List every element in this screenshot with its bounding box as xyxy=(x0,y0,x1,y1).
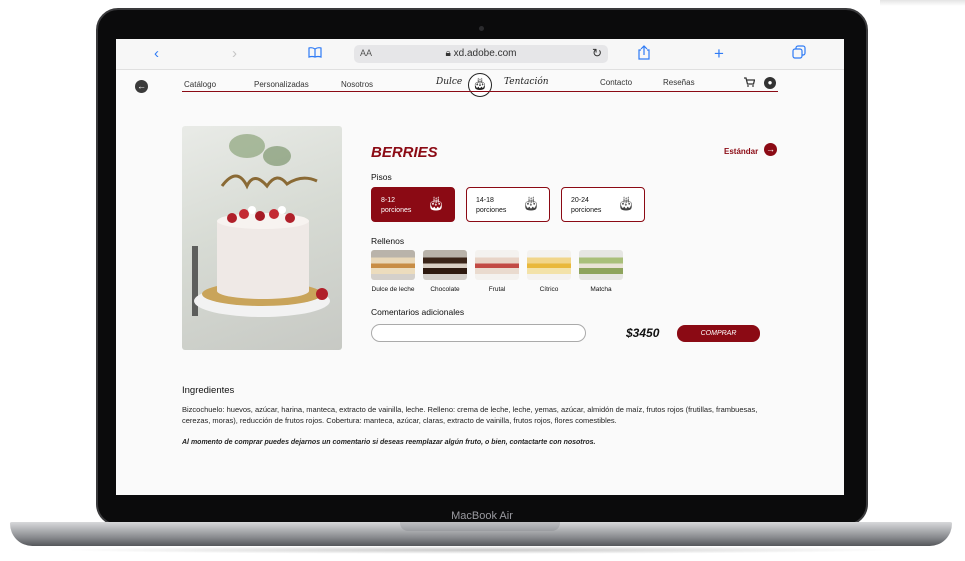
rellenos-label: Rellenos xyxy=(371,236,405,246)
plus-icon[interactable]: + xyxy=(714,45,724,63)
piso-text: 14-18 porciones xyxy=(476,196,506,216)
piso-unit: porciones xyxy=(571,207,602,214)
cake-icon: 🎂︎ xyxy=(522,195,540,211)
cake-icon: 🎂︎ xyxy=(427,195,445,211)
screen: ‹ › AA 🔒︎ xd.adobe.com ↻ + ← Catálogo Pe… xyxy=(116,39,844,495)
relleno-dulce-de-leche[interactable] xyxy=(371,250,415,280)
relleno-frutal[interactable] xyxy=(475,250,519,280)
laptop-shadow xyxy=(60,546,902,554)
piso-range: 14-18 xyxy=(476,197,494,204)
lock-icon: 🔒︎ xyxy=(445,48,451,59)
ingredients-title: Ingredientes xyxy=(182,385,235,396)
piso-text: 8-12 porciones xyxy=(381,196,411,216)
logo-left-text: Dulce xyxy=(436,77,463,87)
cake-logo-icon[interactable]: 🎂︎ xyxy=(468,73,492,97)
nav-nosotros[interactable]: Nosotros xyxy=(341,80,373,89)
nav-personalizadas[interactable]: Personalizadas xyxy=(254,80,309,89)
piso-option-14-18[interactable]: 14-18 porciones 🎂︎ xyxy=(466,187,550,222)
nav-contacto[interactable]: Contacto xyxy=(600,78,632,87)
relleno-label: Cítrico xyxy=(539,286,559,293)
cart-icon[interactable] xyxy=(744,77,756,90)
piso-unit: porciones xyxy=(476,207,507,214)
relleno-matcha[interactable] xyxy=(579,250,623,280)
tabs-icon[interactable] xyxy=(792,45,806,64)
laptop-notch xyxy=(400,522,560,531)
relleno-label: Frutal xyxy=(488,286,506,293)
ingredients-text: Bizcochuelo: huevos, azúcar, harina, man… xyxy=(182,405,758,425)
back-arrow-icon[interactable]: ← xyxy=(135,80,148,93)
pisos-label: Pisos xyxy=(371,172,392,182)
ingredients-note: Al momento de comprar puedes dejarnos un… xyxy=(182,439,596,446)
share-icon[interactable] xyxy=(638,45,650,65)
nav-resenas[interactable]: Reseñas xyxy=(663,78,695,87)
user-icon[interactable]: ● xyxy=(764,77,776,89)
address-bar[interactable]: AA 🔒︎ xd.adobe.com ↻ xyxy=(354,45,608,63)
browser-toolbar: ‹ › AA 🔒︎ xd.adobe.com ↻ + xyxy=(116,39,844,70)
piso-option-8-12[interactable]: 8-12 porciones 🎂︎ xyxy=(371,187,455,222)
reload-icon[interactable]: ↻ xyxy=(592,46,602,60)
chevron-right-icon[interactable]: › xyxy=(232,45,237,63)
piso-range: 8-12 xyxy=(381,197,396,204)
buy-button[interactable]: COMPRAR xyxy=(677,325,760,342)
piso-range: 20-24 xyxy=(571,197,589,204)
nav-catalogo[interactable]: Catálogo xyxy=(184,80,216,89)
comentarios-label: Comentarios adicionales xyxy=(371,307,465,317)
relleno-label: Matcha xyxy=(590,286,612,293)
piso-text: 20-24 porciones xyxy=(571,196,601,216)
arrow-right-icon[interactable]: → xyxy=(764,143,777,156)
product-title: BERRIES xyxy=(371,144,438,161)
relleno-chocolate[interactable] xyxy=(423,250,467,280)
relleno-label: Chocolate xyxy=(430,286,460,293)
cake-photo xyxy=(182,126,342,350)
piso-unit: porciones xyxy=(381,207,412,214)
price: $3450 xyxy=(626,326,660,340)
cake-icon: 🎂︎ xyxy=(617,195,635,211)
chevron-left-icon[interactable]: ‹ xyxy=(154,45,159,63)
url-value: xd.adobe.com xyxy=(453,48,517,59)
logo-right-text: Tentación xyxy=(504,77,549,87)
book-icon[interactable] xyxy=(308,45,322,63)
url-text: 🔒︎ xd.adobe.com xyxy=(354,48,608,59)
camera xyxy=(479,26,484,31)
nav-divider xyxy=(182,91,778,92)
page-shadow xyxy=(880,0,965,6)
relleno-citrico[interactable] xyxy=(527,250,571,280)
estandar-link[interactable]: Estándar xyxy=(724,147,758,156)
piso-option-20-24[interactable]: 20-24 porciones 🎂︎ xyxy=(561,187,645,222)
comment-input[interactable] xyxy=(371,324,586,342)
relleno-label: Dulce de leche xyxy=(371,286,415,293)
